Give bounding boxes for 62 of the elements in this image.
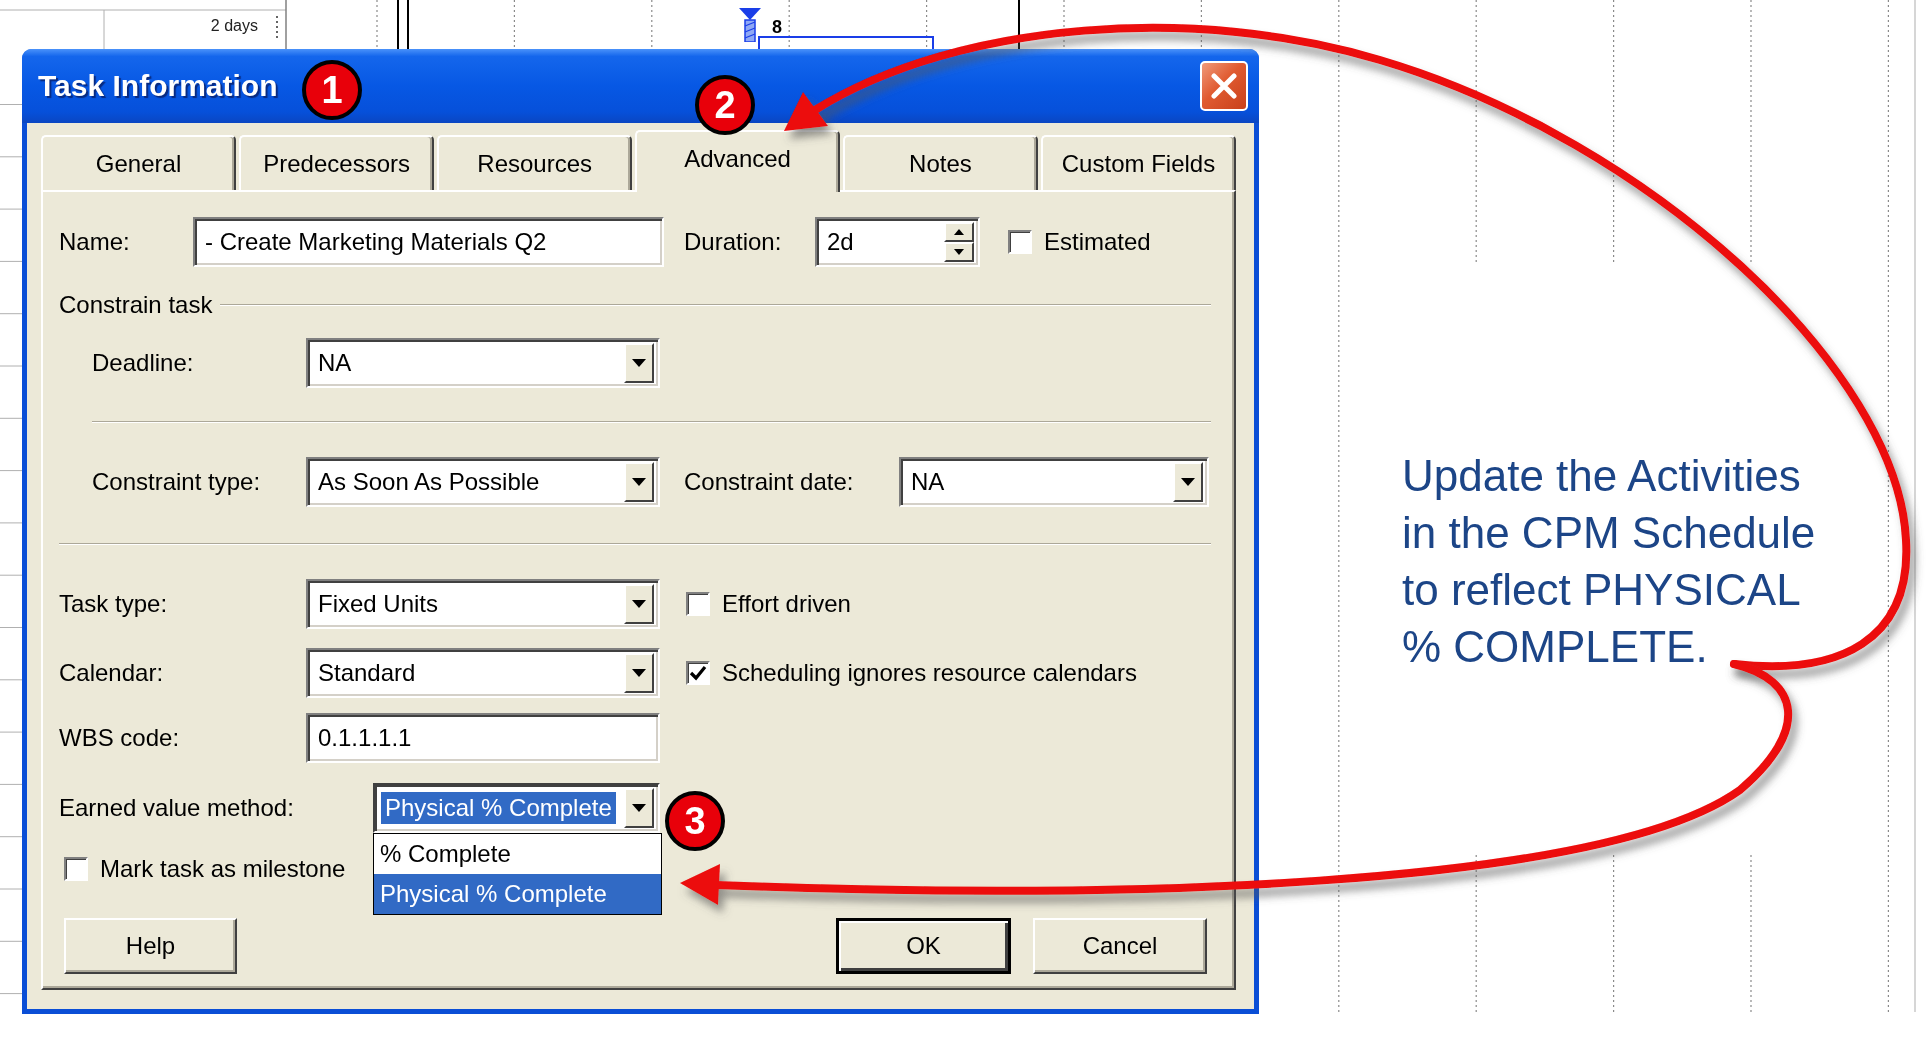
spin-field[interactable]: 2d (815, 217, 980, 267)
dropdown-button[interactable] (624, 343, 654, 383)
spin-down-button[interactable] (944, 242, 974, 262)
dropdown-option[interactable]: Physical % Complete (374, 874, 661, 914)
tab[interactable]: Advanced (635, 130, 840, 192)
field-label: Constraint date: (684, 468, 855, 496)
checkmark-icon (689, 665, 707, 681)
checkbox-label[interactable]: Effort driven (722, 590, 851, 618)
dropdown-option[interactable]: % Complete (374, 834, 661, 874)
dropdown-button[interactable] (624, 462, 654, 502)
duration-text: 2 days (209, 17, 258, 35)
field-label: Duration: (684, 228, 783, 256)
field-label: WBS code: (59, 724, 181, 752)
caret-down-icon (632, 359, 646, 367)
caret-down-icon (632, 669, 646, 677)
caret-up-icon (954, 229, 964, 235)
caret-down-icon (954, 249, 964, 255)
dropdown-button[interactable] (624, 653, 654, 693)
dialog-button[interactable]: Cancel (1033, 918, 1207, 974)
checkbox[interactable] (686, 592, 710, 616)
text-field[interactable]: - Create Marketing Materials Q2 (193, 217, 664, 267)
dropdown-field[interactable]: NA (899, 457, 1209, 507)
tab[interactable]: General (41, 135, 237, 190)
tab[interactable]: Resources (437, 135, 633, 190)
dropdown-button[interactable] (624, 584, 654, 624)
group-heading: Constrain task (59, 291, 213, 319)
checkbox[interactable] (686, 661, 710, 685)
checkbox[interactable] (1008, 230, 1032, 254)
field-label: Name: (59, 228, 131, 256)
spin-up-button[interactable] (944, 222, 974, 242)
tab[interactable]: Predecessors (239, 135, 435, 190)
annotation-text: Update the Activities in the CPM Schedule to reflect PHYSICAL % COMPLETE. (1402, 450, 1817, 673)
dropdown-field[interactable]: Physical % Complete (373, 783, 660, 833)
checkbox[interactable] (64, 857, 88, 881)
field-label: Calendar: (59, 659, 165, 687)
field-label: Task type: (59, 590, 169, 618)
dialog-button[interactable]: OK (836, 918, 1011, 974)
dropdown-field[interactable]: Standard (306, 648, 660, 698)
field-label: Deadline: (92, 349, 195, 377)
dropdown-field[interactable]: As Soon As Possible (306, 457, 660, 507)
tab[interactable]: Notes (842, 135, 1038, 190)
caret-down-icon (632, 600, 646, 608)
dropdown-button[interactable] (1173, 462, 1203, 502)
caret-down-icon (632, 804, 646, 812)
milestone-marker-icon (739, 8, 761, 42)
checkbox-label[interactable]: Mark task as milestone (100, 855, 346, 883)
dropdown-field[interactable]: NA (306, 338, 660, 388)
bar-label: 8 (772, 17, 782, 38)
close-button[interactable] (1200, 61, 1248, 111)
checkbox-label[interactable]: Scheduling ignores resource calendars (722, 659, 1137, 687)
dialog-button[interactable]: Help (64, 918, 237, 974)
field-label: Earned value method: (59, 794, 295, 822)
close-icon (1211, 73, 1237, 99)
checkbox-label[interactable]: Estimated (1044, 228, 1151, 256)
dropdown-button[interactable] (624, 788, 654, 828)
caret-down-icon (1181, 478, 1195, 486)
field-label: Constraint type: (92, 468, 262, 496)
window-title: Task Information (38, 69, 278, 103)
tab[interactable]: Custom Fields (1040, 135, 1236, 190)
text-field[interactable]: 0.1.1.1.1 (306, 713, 660, 763)
caret-down-icon (632, 478, 646, 486)
dropdown-field[interactable]: Fixed Units (306, 579, 660, 629)
